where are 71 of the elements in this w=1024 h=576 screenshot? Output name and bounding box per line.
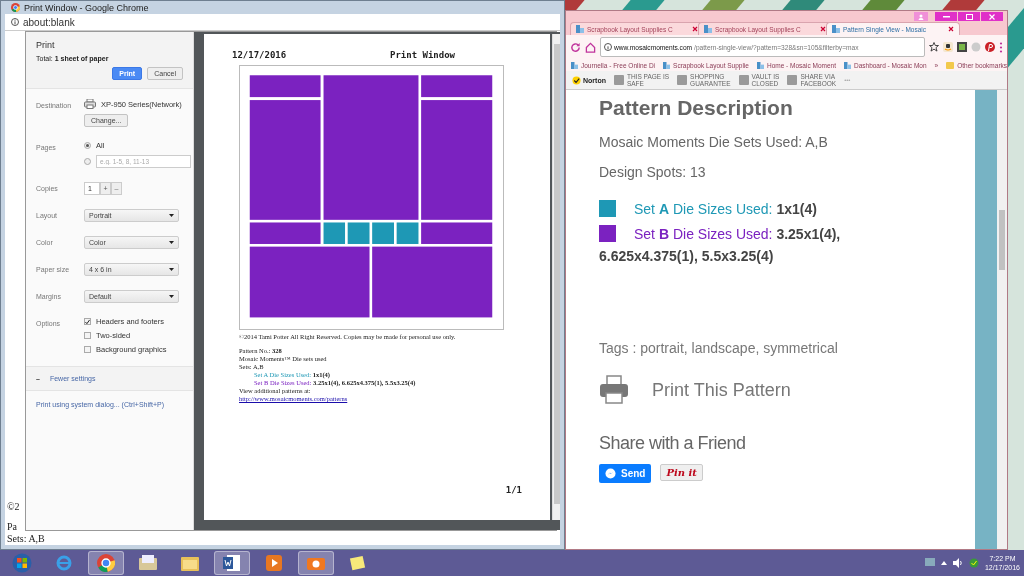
home-icon[interactable]	[585, 41, 596, 53]
page-text: Sets: A,B	[7, 533, 45, 545]
die-sizes-text: 6.625x4.375(1), 5.5x3.25(4)	[599, 248, 774, 264]
show-hidden-icon[interactable]	[940, 561, 947, 565]
printer-icon[interactable]	[599, 375, 629, 405]
messenger-icon	[605, 468, 616, 479]
chrome-icon[interactable]	[88, 551, 124, 575]
printer-icon	[84, 99, 96, 109]
site-icon	[663, 61, 671, 69]
minimize-icon	[942, 15, 950, 18]
caret-icon	[169, 214, 174, 217]
site-icon	[756, 61, 764, 69]
page-text: ©2	[7, 501, 21, 513]
die-sets-text: Mosaic Moments Die Sets Used: A,B	[599, 134, 828, 150]
word-icon[interactable]	[214, 551, 250, 575]
menu-icon[interactable]	[999, 41, 1003, 53]
page-number: 1/1	[505, 485, 522, 495]
person-icon	[918, 13, 924, 20]
heading: Pattern Description	[599, 96, 793, 120]
scrollbar[interactable]	[552, 34, 560, 520]
square-icon	[613, 75, 624, 85]
caret-icon	[169, 241, 174, 244]
radio-button[interactable]	[84, 142, 91, 149]
window-title: Print Window - Google Chrome	[24, 2, 149, 13]
site-icon	[843, 61, 851, 69]
site-icon	[704, 25, 712, 33]
pinterest-icon[interactable]	[985, 42, 995, 52]
radio-button[interactable]	[84, 158, 91, 165]
close-button[interactable]	[981, 12, 1003, 21]
square-icon	[738, 75, 749, 85]
die-sizes-text: Set A Die Sizes Used: 1x1(4)	[634, 200, 817, 217]
close-icon	[989, 13, 995, 20]
caret-icon	[169, 268, 174, 271]
die-sizes-text: Set B Die Sizes Used: 3.25x1(4),	[634, 225, 841, 242]
maximize-button[interactable]	[958, 12, 980, 21]
page-text: Pa	[7, 521, 18, 533]
minimize-button[interactable]	[935, 12, 957, 21]
print-pattern-link[interactable]: Print This Pattern	[652, 379, 791, 401]
chrome-icon	[11, 3, 20, 12]
close-icon[interactable]	[820, 26, 826, 32]
share-heading: Share with a Friend	[599, 433, 746, 454]
checkbox[interactable]	[84, 346, 91, 353]
close-icon[interactable]	[692, 26, 698, 32]
pin-it-button[interactable]: Pin it	[660, 464, 703, 481]
info-icon[interactable]	[11, 18, 19, 26]
square-icon	[787, 75, 798, 85]
check-icon	[572, 75, 581, 85]
checkbox[interactable]	[84, 332, 91, 339]
caret-icon	[169, 295, 174, 298]
page-date: 12/17/2016	[232, 50, 287, 60]
checkbox[interactable]	[84, 318, 91, 325]
design-spots-text: Design Spots: 13	[599, 164, 706, 180]
star-icon[interactable]	[929, 42, 939, 52]
speaker-icon[interactable]	[952, 558, 963, 568]
amazon-icon[interactable]	[943, 42, 953, 52]
address-bar[interactable]: about:blank	[23, 16, 75, 28]
reload-icon[interactable]	[570, 41, 581, 53]
close-icon[interactable]	[948, 26, 954, 32]
send-button[interactable]: Send	[599, 464, 652, 483]
camera-icon[interactable]	[298, 551, 334, 575]
site-icon	[571, 61, 578, 69]
folder-icon	[946, 61, 955, 69]
page-title: Print Window	[389, 50, 455, 60]
site-icon	[832, 25, 840, 33]
square-icon	[677, 75, 688, 85]
tags-text: Tags : portrait, landscape, symmetrical	[599, 340, 838, 356]
dialog-title: Print	[36, 40, 56, 50]
site-icon	[576, 25, 584, 33]
maximize-icon	[965, 13, 973, 20]
info-icon[interactable]	[604, 43, 612, 51]
scrollbar[interactable]	[997, 90, 1007, 549]
